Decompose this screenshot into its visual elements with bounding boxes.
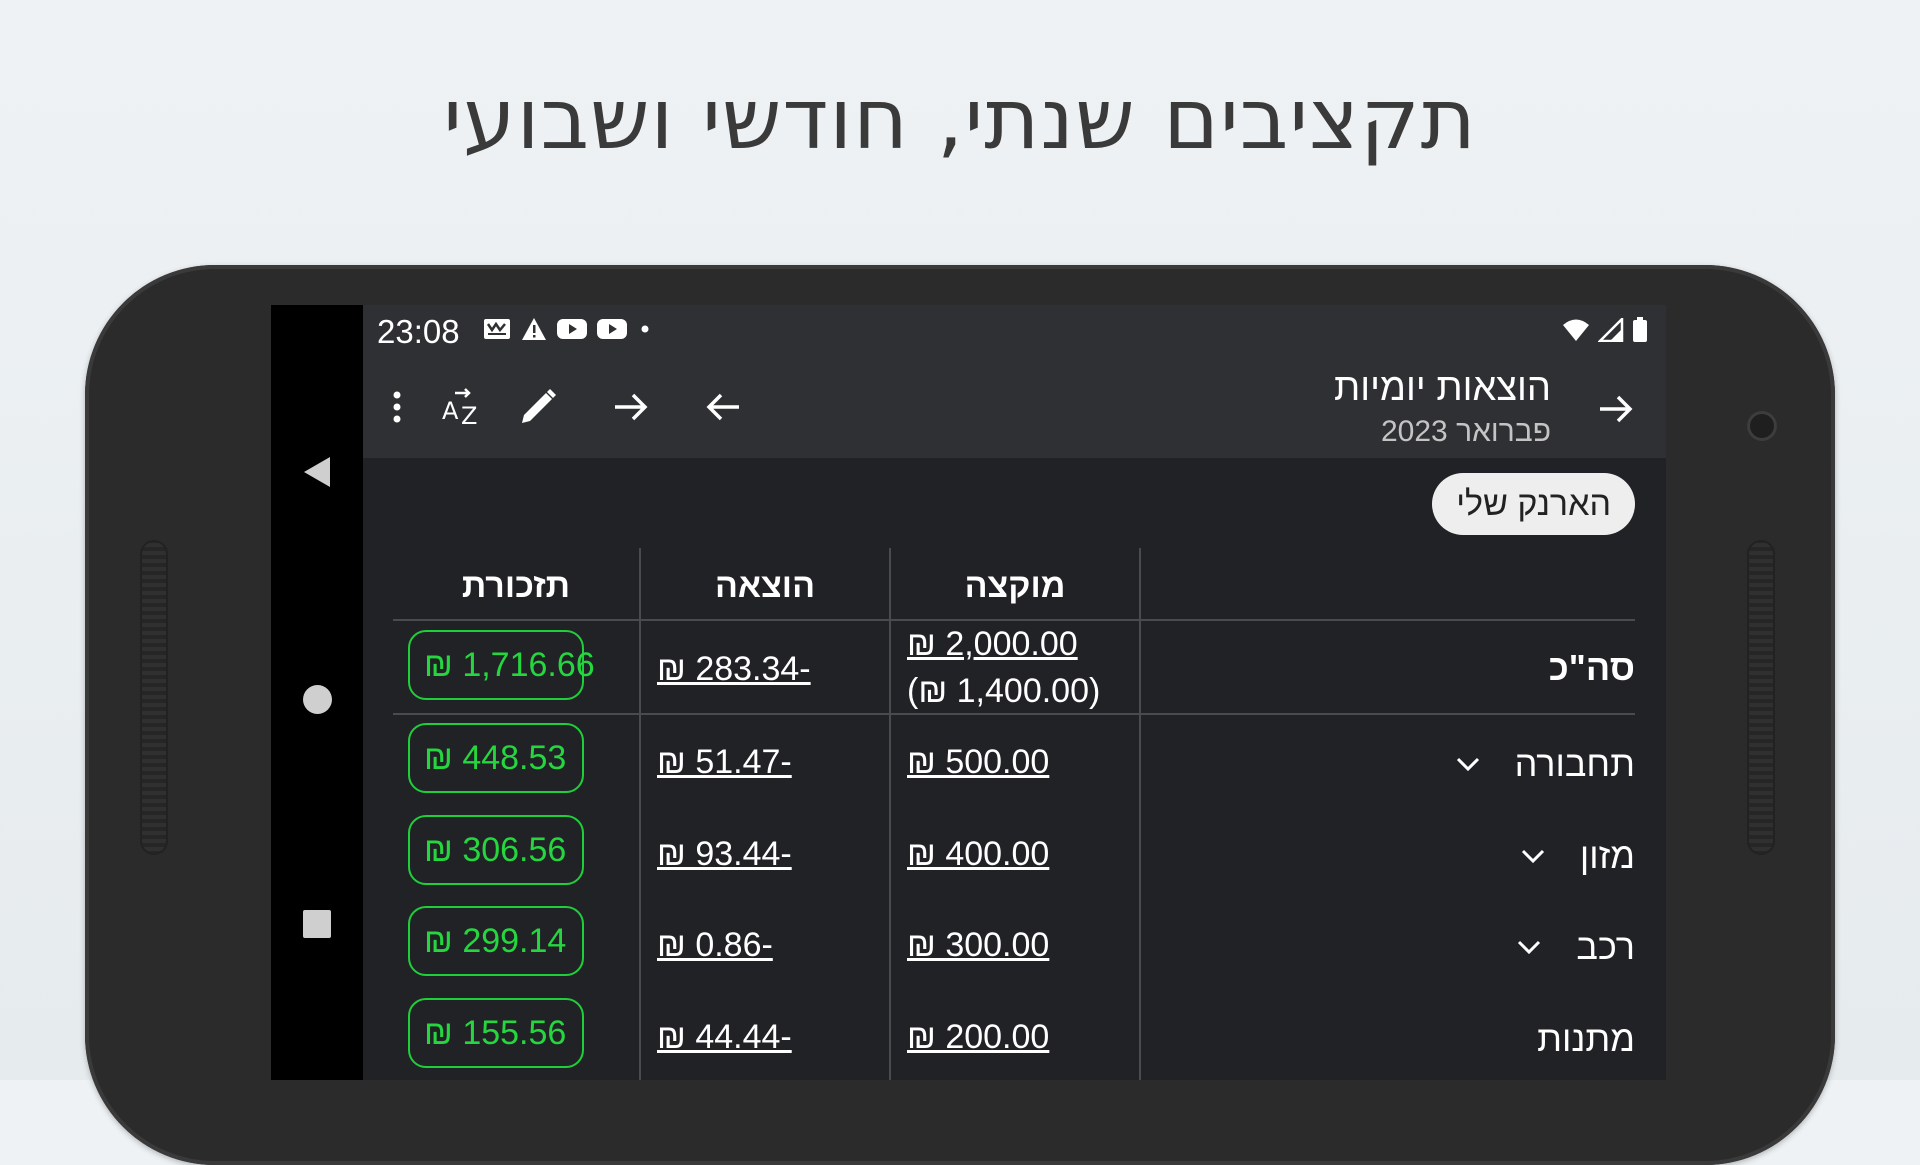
header-divider [393,619,1635,621]
status-bar: 23:08 [363,305,1666,355]
category-row-car[interactable]: רכב [1516,926,1635,968]
category-row-food[interactable]: מזון [1520,835,1635,877]
edit-icon [522,389,556,423]
balance-badge[interactable]: ₪ 448.53 [408,723,584,793]
category-label: מתנות [1537,1018,1635,1059]
total-allocated-remaining: (₪ 1,400.00) [907,672,1101,710]
nav-back-button[interactable] [271,455,363,489]
category-label: מזון [1579,835,1635,876]
total-label: סה"כ [1548,647,1635,688]
wallet-chip[interactable]: הארנק שלי [1432,473,1635,535]
news-icon [484,319,510,339]
row-divider [393,713,1635,715]
next-month-button[interactable] [601,377,661,437]
menu-icon [393,391,401,423]
notification-icons [483,317,653,341]
system-status-icons [1562,317,1648,343]
battery-icon [1633,317,1647,342]
phone-speaker-left [140,540,168,855]
nav-recents-icon [303,910,331,938]
edit-button[interactable] [508,377,568,437]
column-divider [889,548,891,1080]
balance-badge[interactable]: ₪ 306.56 [408,815,584,885]
phone-speaker-right [1747,540,1775,855]
nav-back-icon [304,457,330,487]
allocated-cell[interactable]: ₪ 300.00 [907,926,1049,965]
page-title: הוצאות יומיות [1333,367,1551,409]
column-divider [1139,548,1141,1080]
chevron-down-icon[interactable] [1455,756,1481,772]
nav-recents-button[interactable] [271,910,363,938]
total-balance-badge[interactable]: ₪ 1,716.66 [408,630,595,700]
chevron-down-icon[interactable] [1520,848,1546,864]
svg-text:A: A [442,397,459,425]
sort-az-icon: A Z [442,388,477,427]
header-balance: תזכורת [461,567,571,605]
header-expense: הוצאה [714,567,816,605]
category-label: תחבורה [1514,743,1635,784]
allocated-cell[interactable]: ₪ 200.00 [907,1018,1049,1057]
allocated-cell[interactable]: ₪ 500.00 [907,743,1049,782]
page-subtitle: פברואר 2023 [1380,415,1551,448]
back-button[interactable] [1586,379,1646,439]
balance-badge[interactable]: ₪ 155.56 [408,998,584,1068]
nav-home-icon [302,685,332,714]
previous-month-button[interactable] [693,377,753,437]
overflow-menu-button[interactable] [367,377,427,437]
youtube-icon [557,319,587,339]
category-label: רכב [1576,926,1635,967]
app-toolbar: A Z הוצאות יומיות פברואר 2023 [363,355,1666,458]
wifi-icon [1563,319,1589,341]
arrow-right-icon [615,393,648,421]
cellular-signal-icon [1598,318,1624,342]
arrow-left-icon [706,393,739,421]
total-allocated[interactable]: ₪ 2,000.00 [907,625,1078,664]
more-notifications-dot-icon [641,325,649,333]
expense-cell[interactable]: ₪ 93.44- [657,835,792,874]
column-divider [639,548,641,1080]
sort-button[interactable]: A Z [433,377,493,437]
header-allocated: מוקצה [964,567,1066,605]
chevron-down-icon[interactable] [1516,939,1542,955]
youtube-icon [597,319,627,339]
balance-badge[interactable]: ₪ 299.14 [408,906,584,976]
android-navbar [271,305,363,1080]
promo-headline: תקציבים שנתי, חודשי ושבועי [443,70,1477,168]
category-row-gifts[interactable]: מתנות [1537,1018,1635,1060]
expense-cell[interactable]: ₪ 51.47- [657,743,792,782]
allocated-cell[interactable]: ₪ 400.00 [907,835,1049,874]
expense-cell[interactable]: ₪ 44.44- [657,1018,792,1057]
expense-cell[interactable]: ₪ 0.86- [657,926,773,965]
svg-text:Z: Z [461,402,477,427]
back-arrow-icon [1600,395,1633,423]
nav-home-button[interactable] [271,685,363,714]
status-time: 23:08 [377,313,460,350]
phone-camera [1747,411,1777,441]
category-row-transport[interactable]: תחבורה [1455,743,1635,785]
app-screen: 23:08 A Z הוצאות יומיות פברואר 2023 הארנ… [363,305,1666,1080]
total-expense[interactable]: ₪ 283.34- [657,650,811,689]
warning-icon [522,318,546,340]
